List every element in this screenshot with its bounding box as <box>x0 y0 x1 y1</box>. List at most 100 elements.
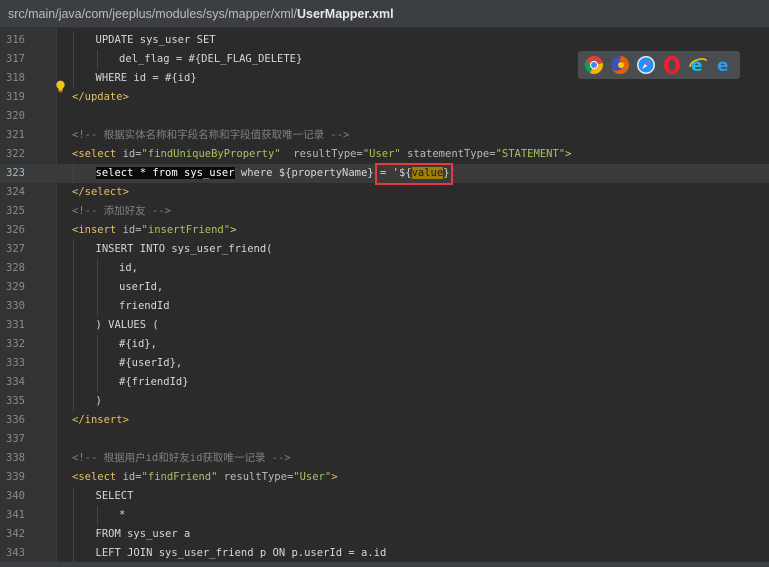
code-text[interactable]: </select> <box>72 183 129 202</box>
firefox-icon[interactable] <box>610 55 630 75</box>
code-line[interactable]: 331 ) VALUES ( <box>0 316 769 335</box>
code-text[interactable]: </update> <box>72 88 129 107</box>
line-number[interactable]: 338 <box>6 449 46 468</box>
token-sel: select * from sys_user <box>95 167 235 179</box>
line-number[interactable]: 334 <box>6 373 46 392</box>
token-kw: ) <box>95 395 102 407</box>
lightbulb-icon[interactable] <box>55 80 66 93</box>
svg-text:e: e <box>717 56 729 75</box>
line-number[interactable]: 328 <box>6 259 46 278</box>
chrome-icon[interactable] <box>584 55 604 75</box>
line-number[interactable]: 340 <box>6 487 46 506</box>
code-line[interactable]: 332 #{id}, <box>0 335 769 354</box>
code-line[interactable]: 336 </insert> <box>0 411 769 430</box>
line-number[interactable]: 322 <box>6 145 46 164</box>
breadcrumb-file[interactable]: UserMapper.xml <box>297 7 394 21</box>
code-line[interactable]: 339 <select id="findFriend" resultType="U… <box>0 468 769 487</box>
line-number[interactable]: 320 <box>6 107 46 126</box>
code-line[interactable]: 340 SELECT <box>0 487 769 506</box>
code-line[interactable]: 326 <insert id="insertFriend"> <box>0 221 769 240</box>
code-text[interactable]: </insert> <box>72 411 129 430</box>
code-text[interactable]: SELECT <box>96 487 134 506</box>
line-number[interactable]: 327 <box>6 240 46 259</box>
line-number[interactable]: 339 <box>6 468 46 487</box>
code-text[interactable]: WHERE id = #{id} <box>96 69 197 88</box>
ie-icon[interactable]: e <box>688 55 708 75</box>
code-text[interactable]: userId, <box>119 278 163 297</box>
code-text[interactable]: <select id="findFriend" resultType="User… <box>72 468 338 487</box>
line-number[interactable]: 323 <box>6 164 46 183</box>
code-text[interactable]: friendId <box>119 297 170 316</box>
token-kw: INSERT INTO sys_user_friend( <box>95 243 273 255</box>
line-number[interactable]: 316 <box>6 31 46 50</box>
token-str: "User" <box>362 148 401 160</box>
code-text[interactable]: <select id="findUniqueByProperty" result… <box>72 145 571 164</box>
line-number[interactable]: 319 <box>6 88 46 107</box>
code-text[interactable]: id, <box>119 259 138 278</box>
line-number[interactable]: 330 <box>6 297 46 316</box>
code-editor[interactable]: 316 UPDATE sys_user SET 317 del_flag = #{DE… <box>0 31 769 563</box>
code-line[interactable]: 335) <box>0 392 769 411</box>
horizontal-scrollbar[interactable] <box>0 562 769 567</box>
code-line[interactable]: 321 <!-- 根据实体名称和字段名称和字段值获取唯一记录 --> <box>0 126 769 145</box>
line-number[interactable]: 325 <box>6 202 46 221</box>
code-line[interactable]: 342 FROM sys_user a <box>0 525 769 544</box>
code-line[interactable]: 330 friendId <box>0 297 769 316</box>
code-line[interactable]: 337 <box>0 430 769 449</box>
line-number[interactable]: 332 <box>6 335 46 354</box>
code-line[interactable]: 325 <!-- 添加好友 --> <box>0 202 769 221</box>
code-line[interactable]: 343 LEFT JOIN sys_user_friend p ON p.user… <box>0 544 769 563</box>
line-number[interactable]: 321 <box>6 126 46 145</box>
token-kw: WHERE id = #{id} <box>95 72 197 84</box>
breadcrumb-path[interactable]: src/main/java/com/jeeplus/modules/sys/ma… <box>8 7 297 21</box>
token-kw: #{userId}, <box>119 357 183 369</box>
code-text[interactable]: #{id}, <box>119 335 157 354</box>
code-line[interactable]: 327 INSERT INTO sys_user_friend( <box>0 240 769 259</box>
code-line[interactable]: 324 </select> <box>0 183 769 202</box>
line-number[interactable]: 342 <box>6 525 46 544</box>
line-number[interactable]: 318 <box>6 69 46 88</box>
safari-icon[interactable] <box>636 55 656 75</box>
code-text[interactable]: * <box>119 506 125 525</box>
breadcrumb[interactable]: src/main/java/com/jeeplus/modules/sys/ma… <box>0 0 769 28</box>
code-text[interactable]: #{friendId} <box>119 373 189 392</box>
code-text[interactable]: UPDATE sys_user SET <box>96 31 216 50</box>
code-line[interactable]: 319 </update> <box>0 88 769 107</box>
line-number[interactable]: 326 <box>6 221 46 240</box>
code-line[interactable]: 333 #{userId}, <box>0 354 769 373</box>
code-text[interactable]: ) <box>96 392 102 411</box>
code-text[interactable]: <!-- 根据用户id和好友id获取唯一记录 --> <box>72 449 291 468</box>
line-number[interactable]: 317 <box>6 50 46 69</box>
line-number[interactable]: 336 <box>6 411 46 430</box>
code-text[interactable]: <!-- 根据实体名称和字段名称和字段值获取唯一记录 --> <box>72 126 349 145</box>
code-line[interactable]: 316 UPDATE sys_user SET <box>0 31 769 50</box>
line-number[interactable]: 324 <box>6 183 46 202</box>
indent-guide <box>73 392 74 411</box>
opera-icon[interactable] <box>662 55 682 75</box>
line-number[interactable]: 331 <box>6 316 46 335</box>
code-line[interactable]: 322 <select id="findUniqueByProperty" res… <box>0 145 769 164</box>
line-number[interactable]: 329 <box>6 278 46 297</box>
token-kw: * <box>119 509 126 521</box>
code-text[interactable]: del_flag = #{DEL_FLAG_DELETE} <box>119 50 302 69</box>
code-line[interactable]: 334 #{friendId} <box>0 373 769 392</box>
line-number[interactable]: 343 <box>6 544 46 563</box>
code-line[interactable]: 320 <box>0 107 769 126</box>
code-text[interactable]: ) VALUES ( <box>96 316 159 335</box>
line-number[interactable]: 333 <box>6 354 46 373</box>
code-text[interactable]: <insert id="insertFriend"> <box>72 221 236 240</box>
token-tag: </insert> <box>72 414 129 426</box>
line-number[interactable]: 341 <box>6 506 46 525</box>
code-line[interactable]: 329 userId, <box>0 278 769 297</box>
code-text[interactable]: #{userId}, <box>119 354 182 373</box>
line-number[interactable]: 335 <box>6 392 46 411</box>
code-line[interactable]: 341 * <box>0 506 769 525</box>
edge-icon[interactable]: e <box>714 55 734 75</box>
code-line[interactable]: 338 <!-- 根据用户id和好友id获取唯一记录 --> <box>0 449 769 468</box>
line-number[interactable]: 337 <box>6 430 46 449</box>
code-line[interactable]: 328 id, <box>0 259 769 278</box>
code-text[interactable]: INSERT INTO sys_user_friend( <box>96 240 273 259</box>
code-text[interactable]: <!-- 添加好友 --> <box>72 202 171 221</box>
code-text[interactable]: FROM sys_user a <box>96 525 191 544</box>
code-text[interactable]: LEFT JOIN sys_user_friend p ON p.userId … <box>96 544 387 563</box>
